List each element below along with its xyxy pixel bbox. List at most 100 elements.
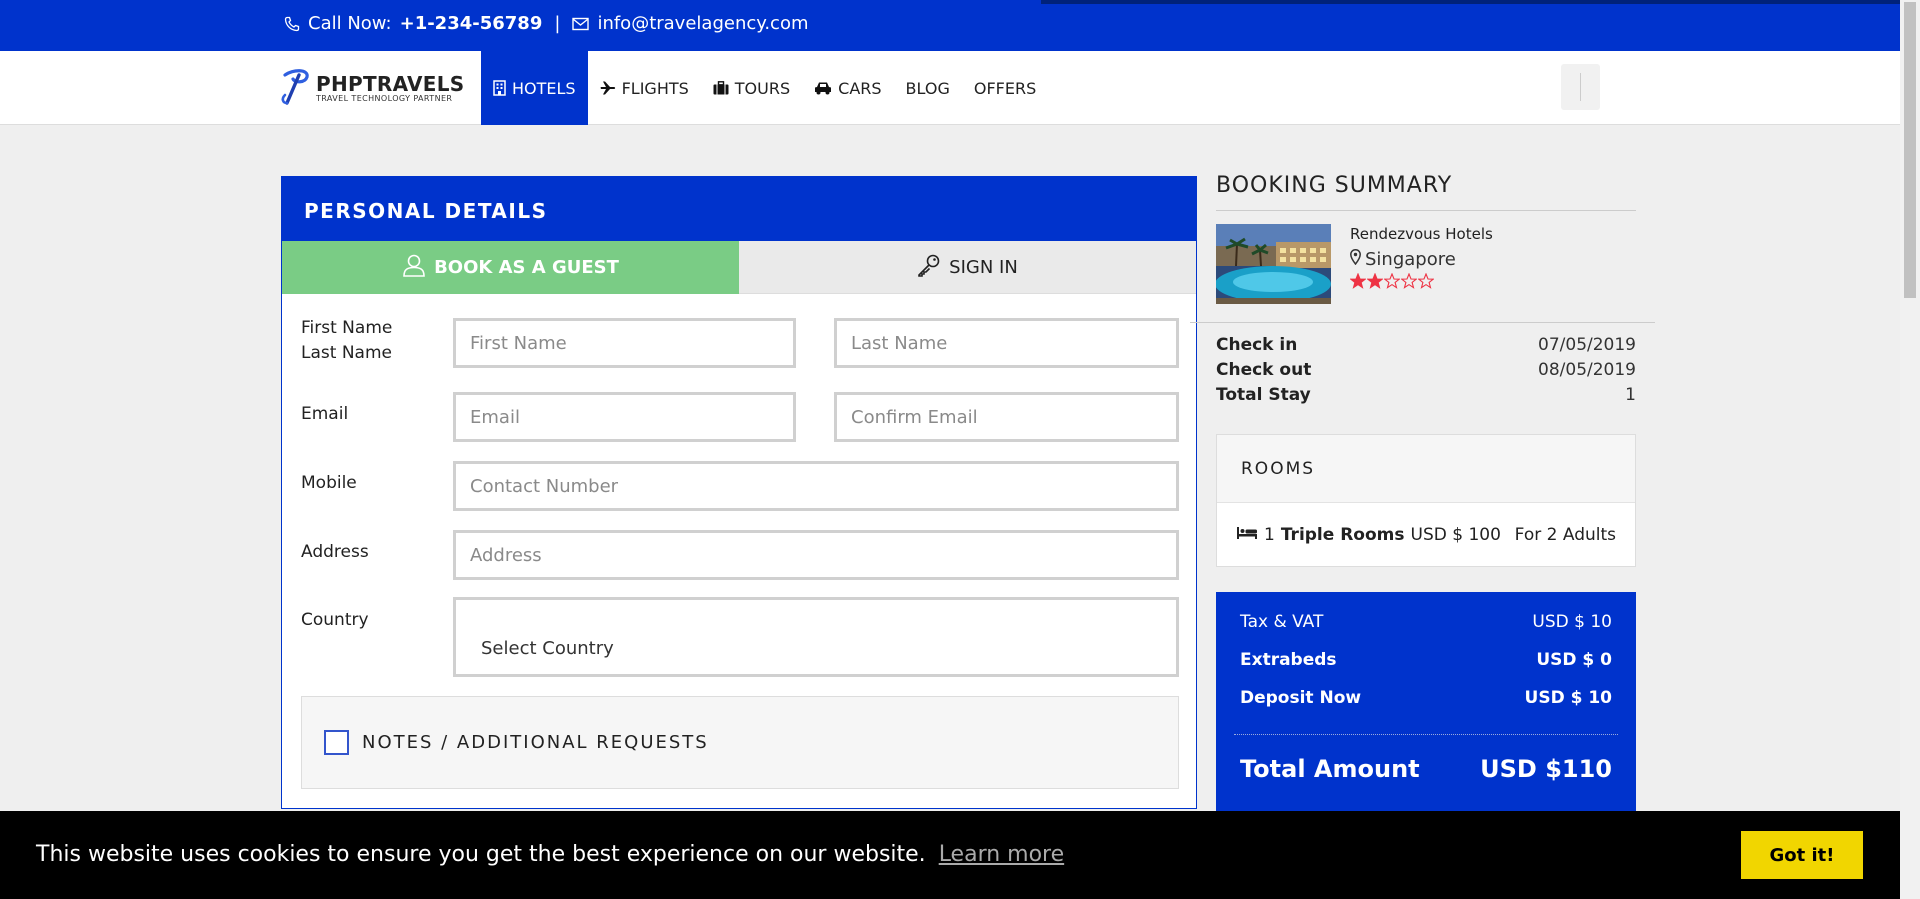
stay-details: Check in 07/05/2019 Check out 08/05/2019… [1216, 333, 1636, 408]
nav-item-offers[interactable]: OFFERS [962, 51, 1048, 125]
room-price: USD $ 100 [1410, 525, 1501, 545]
total-label: Total Amount [1240, 755, 1420, 783]
nav-item-label: FLIGHTS [621, 78, 689, 98]
nav-item-blog[interactable]: BLOG [894, 51, 962, 125]
personal-details-panel: PERSONAL DETAILS BOOK AS A GUEST SIGN IN… [281, 176, 1197, 809]
nav-item-label: CARS [838, 78, 882, 98]
deposit-value: USD $ 10 [1524, 688, 1612, 708]
nav-item-tours[interactable]: TOURS [701, 51, 802, 125]
total-stay-label: Total Stay [1216, 385, 1311, 405]
last-name-input[interactable] [834, 318, 1179, 368]
user-icon [402, 253, 426, 282]
rooms-panel: ROOMS 1 Triple Rooms USD $ 100 For 2 Adu… [1216, 434, 1636, 567]
learn-more-link[interactable]: Learn more [939, 842, 1064, 867]
email-input[interactable] [453, 392, 796, 442]
hotel-name[interactable]: Rendezvous Hotels [1350, 225, 1493, 243]
email-label: Email [301, 404, 349, 424]
rooms-title: ROOMS [1217, 435, 1635, 503]
scrollbar-thumb[interactable] [1904, 2, 1916, 298]
nav-item-hotels[interactable]: HOTELS [481, 51, 588, 125]
deposit-label: Deposit Now [1240, 688, 1362, 708]
mobile-label: Mobile [301, 473, 357, 493]
hotel-location: Singapore [1350, 249, 1456, 270]
logo-mark-icon [279, 67, 311, 111]
call-label: Call Now: [308, 13, 392, 34]
room-type: Triple Rooms [1280, 525, 1405, 545]
panel-title: PERSONAL DETAILS [282, 177, 1196, 241]
booking-mode-tabs: BOOK AS A GUEST SIGN IN [282, 241, 1196, 294]
star-filled-icon [1367, 273, 1383, 289]
building-icon [493, 80, 506, 96]
tab-label: BOOK AS A GUEST [434, 257, 619, 278]
extrabeds-label: Extrabeds [1240, 650, 1337, 670]
check-in-value: 07/05/2019 [1538, 335, 1636, 355]
check-out-value: 08/05/2019 [1538, 360, 1636, 380]
nav-item-label: BLOG [905, 78, 950, 98]
topbar: Call Now: +1-234-56789 | info@travelagen… [0, 0, 1900, 51]
cookie-message-container: This website uses cookies to ensure you … [36, 842, 1064, 867]
cookie-accept-button[interactable]: Got it! [1741, 831, 1863, 879]
room-guests: For 2 Adults [1514, 525, 1616, 545]
cookie-banner: This website uses cookies to ensure you … [0, 811, 1900, 899]
page-scrollbar[interactable] [1900, 0, 1920, 899]
nav-item-label: HOTELS [512, 78, 576, 98]
address-input[interactable] [453, 530, 1179, 580]
country-select[interactable]: Select Country [453, 597, 1179, 677]
separator: | [554, 13, 561, 34]
notes-toggle[interactable]: NOTES / ADDITIONAL REQUESTS [301, 696, 1179, 789]
room-count: 1 [1264, 525, 1275, 545]
extrabeds-row: Extrabeds USD $ 0 [1240, 650, 1612, 688]
brand-tagline: TRAVEL TECHNOLOGY PARTNER [316, 94, 453, 103]
check-out-row: Check out 08/05/2019 [1216, 358, 1636, 383]
map-marker-icon [1350, 249, 1361, 270]
mobile-input[interactable] [453, 461, 1179, 511]
first-name-input[interactable] [453, 318, 796, 368]
booking-summary: BOOKING SUMMARY Rendezvous Hotels Singap… [1216, 173, 1636, 316]
envelope-icon [572, 17, 590, 31]
email-link[interactable]: info@travelagency.com [597, 13, 808, 34]
total-stay-value: 1 [1625, 385, 1636, 405]
phone-icon [284, 16, 300, 32]
nav-item-flights[interactable]: FLIGHTS [588, 51, 701, 125]
deposit-row: Deposit Now USD $ 10 [1240, 688, 1612, 726]
nav-menu: HOTELS FLIGHTS TOURS CARS BLOG OFFERS [481, 51, 1048, 125]
nav-item-cars[interactable]: CARS [802, 51, 893, 125]
bed-icon [1236, 525, 1258, 545]
country-select-value: Select Country [481, 638, 614, 659]
first-name-label: First Name [301, 318, 393, 338]
contact-info: Call Now: +1-234-56789 | info@travelagen… [284, 13, 809, 34]
hotel-thumbnail[interactable] [1216, 224, 1331, 304]
notes-label: NOTES / ADDITIONAL REQUESTS [362, 732, 709, 753]
nav-item-label: OFFERS [973, 78, 1037, 98]
address-label: Address [301, 542, 369, 562]
summary-divider [1190, 322, 1655, 323]
brand-name: PHPTRAVELS [316, 72, 465, 96]
confirm-email-input[interactable] [834, 392, 1179, 442]
suitcase-icon [713, 81, 729, 95]
plane-icon [600, 81, 616, 95]
last-name-label: Last Name [301, 343, 392, 363]
tab-label: SIGN IN [949, 256, 1018, 278]
key-icon [917, 253, 941, 282]
account-dropdown-button[interactable] [1561, 64, 1600, 110]
room-row: 1 Triple Rooms USD $ 100 For 2 Adults [1217, 503, 1635, 567]
star-empty-icon [1418, 273, 1434, 289]
star-filled-icon [1350, 273, 1366, 289]
check-in-label: Check in [1216, 335, 1298, 355]
totals-divider [1234, 734, 1618, 735]
hotel-card: Rendezvous Hotels Singapore [1216, 211, 1636, 316]
tab-sign-in[interactable]: SIGN IN [739, 241, 1196, 294]
brand-logo[interactable]: PHPTRAVELS TRAVEL TECHNOLOGY PARTNER [279, 67, 465, 111]
topbar-accent [1041, 0, 1900, 4]
tax-row: Tax & VAT USD $ 10 [1240, 612, 1612, 650]
summary-title: BOOKING SUMMARY [1216, 173, 1636, 211]
check-in-row: Check in 07/05/2019 [1216, 333, 1636, 358]
location-text: Singapore [1365, 249, 1456, 270]
notes-checkbox[interactable] [324, 730, 349, 755]
extrabeds-value: USD $ 0 [1536, 650, 1612, 670]
star-rating [1350, 273, 1434, 289]
car-icon [814, 81, 832, 95]
phone-number[interactable]: +1-234-56789 [400, 13, 543, 34]
tab-book-as-guest[interactable]: BOOK AS A GUEST [282, 241, 739, 294]
total-stay-row: Total Stay 1 [1216, 383, 1636, 408]
